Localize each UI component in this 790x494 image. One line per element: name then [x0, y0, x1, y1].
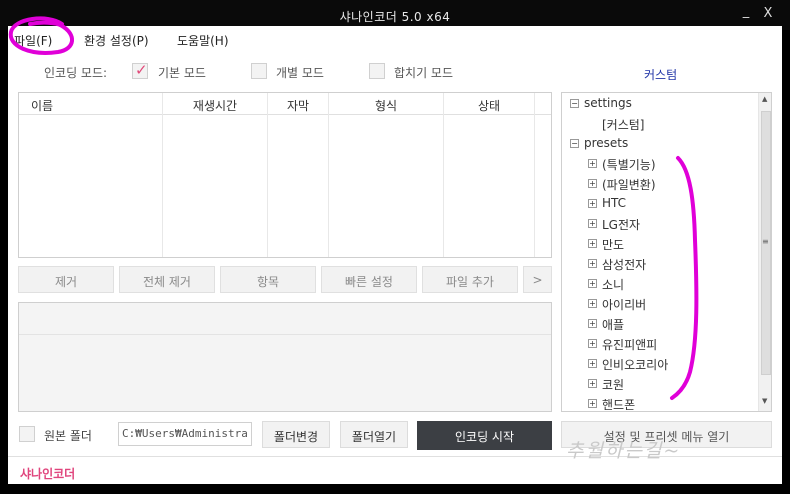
- individual-mode-checkbox[interactable]: [251, 63, 267, 79]
- expand-icon[interactable]: +: [588, 339, 597, 348]
- column-header-duration[interactable]: 재생시간: [163, 93, 267, 115]
- expand-icon[interactable]: +: [588, 259, 597, 268]
- menu-file[interactable]: 파일(F): [14, 32, 52, 49]
- window-title: 샤나인코더 5.0 x64: [339, 10, 451, 24]
- more-button[interactable]: >: [523, 266, 552, 293]
- watermark-text: 추월하는길~: [566, 440, 682, 462]
- check-icon: ✓: [135, 61, 148, 79]
- tree-node-label: 애플: [602, 318, 625, 332]
- basic-mode-checkbox[interactable]: ✓: [132, 61, 148, 79]
- add-file-button[interactable]: 파일 추가: [422, 266, 518, 293]
- scroll-up-arrow-icon[interactable]: ▲: [762, 95, 767, 103]
- column-header-subtitle[interactable]: 자막: [268, 93, 328, 115]
- column-divider: [443, 93, 444, 257]
- tree-node-label: 핸드폰: [602, 398, 636, 412]
- collapse-icon[interactable]: −: [570, 99, 579, 108]
- individual-mode-label: 개별 모드: [276, 66, 324, 80]
- expand-icon[interactable]: +: [588, 299, 597, 308]
- tree-node-label: [커스텀]: [602, 118, 645, 132]
- expand-icon[interactable]: +: [588, 379, 597, 388]
- merge-mode-label: 합치기 모드: [394, 66, 454, 80]
- menu-help[interactable]: 도움말(H): [177, 32, 229, 49]
- tree-node-label: 만도: [602, 238, 625, 252]
- expand-icon[interactable]: +: [588, 179, 597, 188]
- column-divider: [328, 93, 329, 257]
- start-encoding-button[interactable]: 인코딩 시작: [417, 421, 552, 450]
- column-header-status[interactable]: 상태: [444, 93, 534, 115]
- scroll-grip-icon: ≡: [762, 237, 769, 246]
- menu-bar: 파일(F) 환경 설정(P) 도움말(H): [8, 26, 782, 52]
- tree-node-label: 아이리버: [602, 298, 647, 312]
- expand-icon[interactable]: +: [588, 159, 597, 168]
- tree-node-label: HTC: [602, 196, 627, 210]
- scroll-down-arrow-icon[interactable]: ▼: [762, 397, 767, 405]
- tree-node-label: LG전자: [602, 218, 641, 232]
- file-list-table[interactable]: 이름 재생시간 자막 형식 상태: [18, 92, 552, 258]
- tree-node-label: 소니: [602, 278, 625, 292]
- app-brand-label: 샤나인코더: [20, 467, 76, 481]
- expand-icon[interactable]: +: [588, 219, 597, 228]
- tree-node-label: settings: [584, 96, 632, 110]
- column-divider: [162, 93, 163, 257]
- encoding-mode-label: 인코딩 모드:: [44, 66, 108, 80]
- collapse-icon[interactable]: −: [570, 139, 579, 148]
- column-header-format[interactable]: 형식: [329, 93, 443, 115]
- custom-preset-link[interactable]: 커스텀: [644, 66, 677, 83]
- merge-mode-checkbox[interactable]: [369, 63, 385, 79]
- column-divider: [534, 93, 535, 257]
- expand-icon[interactable]: +: [588, 359, 597, 368]
- column-header-name[interactable]: 이름: [19, 93, 162, 115]
- tree-node-label: (파일변환): [602, 178, 656, 192]
- expand-icon[interactable]: +: [588, 319, 597, 328]
- column-divider: [267, 93, 268, 257]
- output-path-input[interactable]: C:₩Users₩Administra: [118, 422, 252, 446]
- item-button[interactable]: 항목: [220, 266, 316, 293]
- preset-tree[interactable]: − settings [커스텀] − presets + (특별기능) + (파일변환) + HTC…: [561, 92, 772, 412]
- remove-button[interactable]: 제거: [18, 266, 114, 293]
- minimize-button[interactable]: _: [736, 4, 756, 22]
- basic-mode-label: 기본 모드: [158, 66, 206, 80]
- log-panel: [18, 302, 552, 412]
- tree-node-label: presets: [584, 136, 629, 150]
- main-window: 파일(F) 환경 설정(P) 도움말(H) 인코딩 모드: ✓ 기본 모드 개별…: [8, 26, 782, 484]
- tree-node-label: (특별기능): [602, 158, 656, 172]
- column-header-spacer: [535, 93, 551, 115]
- tree-scrollbar[interactable]: ▲ ≡ ▼: [758, 93, 771, 411]
- menu-settings[interactable]: 환경 설정(P): [84, 32, 149, 49]
- source-folder-checkbox[interactable]: [19, 426, 35, 442]
- quick-settings-button[interactable]: 빠른 설정: [321, 266, 417, 293]
- log-header: [19, 303, 551, 335]
- remove-all-button[interactable]: 전체 제거: [119, 266, 215, 293]
- tree-node-label: 인비오코리아: [602, 358, 669, 372]
- expand-icon[interactable]: +: [588, 279, 597, 288]
- tree-node-label: 삼성전자: [602, 258, 647, 272]
- open-folder-button[interactable]: 폴더열기: [340, 421, 408, 448]
- close-button[interactable]: X: [758, 6, 778, 24]
- expand-icon[interactable]: +: [588, 239, 597, 248]
- expand-icon[interactable]: +: [588, 399, 597, 408]
- tree-node-label: 코원: [602, 378, 625, 392]
- tree-node-label: 유진피앤피: [602, 338, 658, 352]
- window-frame: 샤나인코더 5.0 x64 _ X 파일(F) 환경 설정(P) 도움말(H) …: [0, 0, 790, 494]
- source-folder-label: 원본 폴더: [44, 429, 92, 443]
- change-folder-button[interactable]: 폴더변경: [262, 421, 330, 448]
- expand-icon[interactable]: +: [588, 199, 597, 208]
